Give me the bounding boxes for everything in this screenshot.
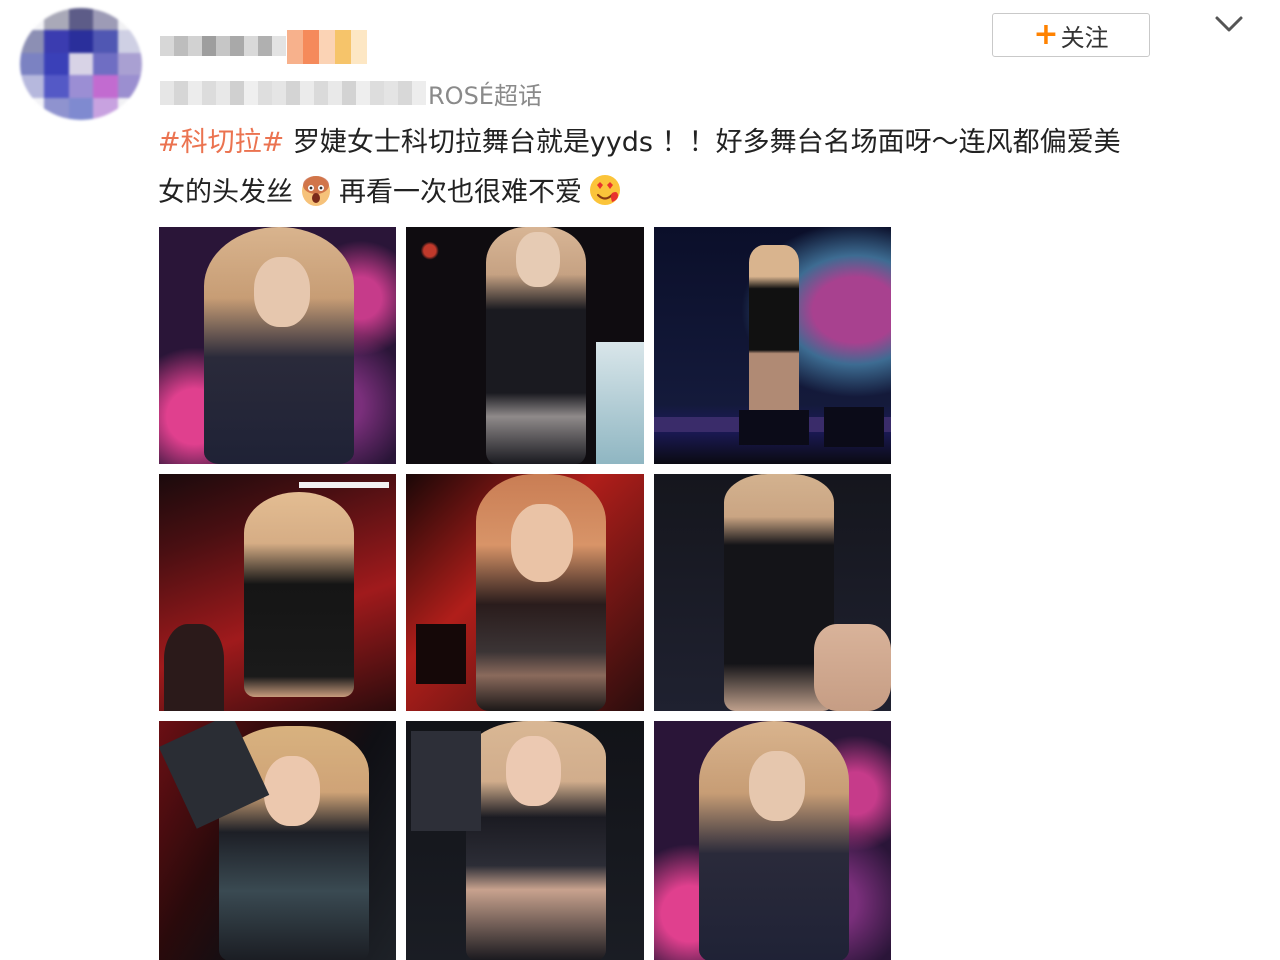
photo-thumbnail[interactable] xyxy=(406,721,644,960)
scream-emoji-icon xyxy=(302,176,330,206)
photo-thumbnail[interactable] xyxy=(654,721,891,960)
photo-thumbnail[interactable] xyxy=(406,227,644,464)
hashtag-link[interactable]: #科切拉# xyxy=(158,127,284,158)
photo-thumbnail[interactable] xyxy=(159,474,396,711)
post-text-line2b: 再看一次也很难不爱 xyxy=(339,177,582,208)
source-topic-link[interactable]: ROSÉ超话 xyxy=(428,76,542,111)
username-redacted[interactable] xyxy=(160,30,286,64)
plus-icon: + xyxy=(1033,17,1059,52)
post-text-line1: 罗婕女士科切拉舞台就是yyds ！！好多舞台名场面呀～连风都偏爱美 xyxy=(284,127,1121,158)
vip-badge-redacted xyxy=(287,30,367,64)
chevron-down-icon[interactable] xyxy=(1212,10,1246,38)
heart-face-emoji-icon xyxy=(590,175,620,205)
weibo-post: ROSÉ超话 + 关注 #科切拉# 罗婕女士科切拉舞台就是yyds ！！好多舞台… xyxy=(0,0,1280,960)
photo-thumbnail[interactable] xyxy=(406,474,644,711)
photo-thumbnail[interactable] xyxy=(654,474,891,711)
post-meta: ROSÉ超话 xyxy=(160,76,542,111)
image-grid xyxy=(159,227,891,960)
post-text-line2a: 女的头发丝 xyxy=(158,177,293,208)
photo-thumbnail[interactable] xyxy=(159,227,396,464)
timestamp-redacted xyxy=(160,81,426,105)
follow-button[interactable]: + 关注 xyxy=(992,13,1150,57)
photo-thumbnail[interactable] xyxy=(159,721,396,960)
follow-label: 关注 xyxy=(1060,23,1109,52)
avatar[interactable] xyxy=(20,8,142,120)
photo-thumbnail[interactable] xyxy=(654,227,891,464)
post-text: #科切拉# 罗婕女士科切拉舞台就是yyds ！！好多舞台名场面呀～连风都偏爱美 … xyxy=(158,118,1228,218)
